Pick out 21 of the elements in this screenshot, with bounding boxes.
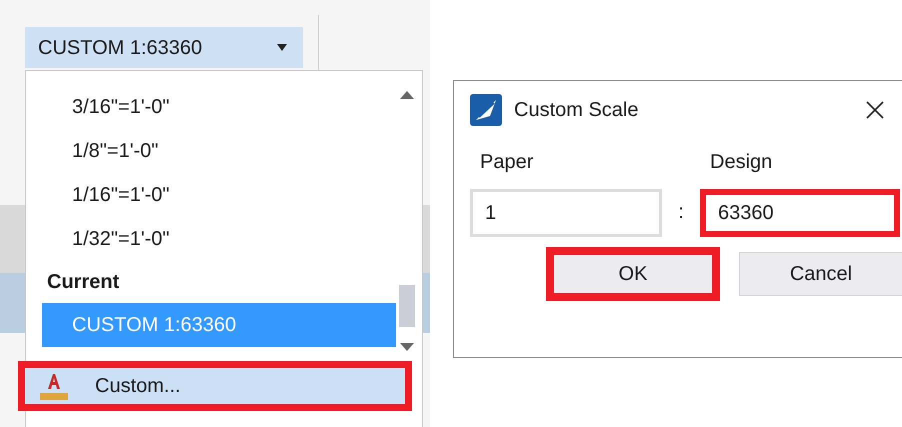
scale-input[interactable]: 1 bbox=[470, 189, 662, 237]
field-label: Paper bbox=[479, 150, 534, 175]
ruler-letter-icon bbox=[39, 371, 69, 401]
scroll-up-icon[interactable] bbox=[400, 91, 414, 99]
scale-dropdown[interactable]: CUSTOM 1:63360 bbox=[25, 27, 303, 68]
scroll-thumb[interactable] bbox=[399, 285, 415, 327]
field-label: Design bbox=[709, 150, 774, 175]
scale-option[interactable]: 1/16"=1'-0" bbox=[42, 173, 396, 217]
custom-menu-item[interactable]: Custom... bbox=[18, 361, 412, 411]
group-header: Current bbox=[46, 270, 120, 295]
scale-option[interactable]: 3/16"=1'-0" bbox=[42, 85, 396, 129]
dialog-button[interactable]: OK bbox=[546, 247, 720, 301]
app-logo-icon bbox=[470, 94, 502, 126]
scale-option[interactable]: 1/8"=1'-0" bbox=[42, 129, 396, 173]
scale-option[interactable]: 1/32"=1'-0" bbox=[42, 217, 396, 261]
scale-input[interactable]: 63360 bbox=[700, 189, 900, 237]
close-icon[interactable] bbox=[866, 101, 884, 119]
dialog-title: Custom Scale bbox=[514, 98, 638, 123]
scroll-down-icon[interactable] bbox=[400, 343, 414, 351]
caret-icon bbox=[277, 44, 287, 51]
ratio-separator: : bbox=[677, 200, 685, 225]
